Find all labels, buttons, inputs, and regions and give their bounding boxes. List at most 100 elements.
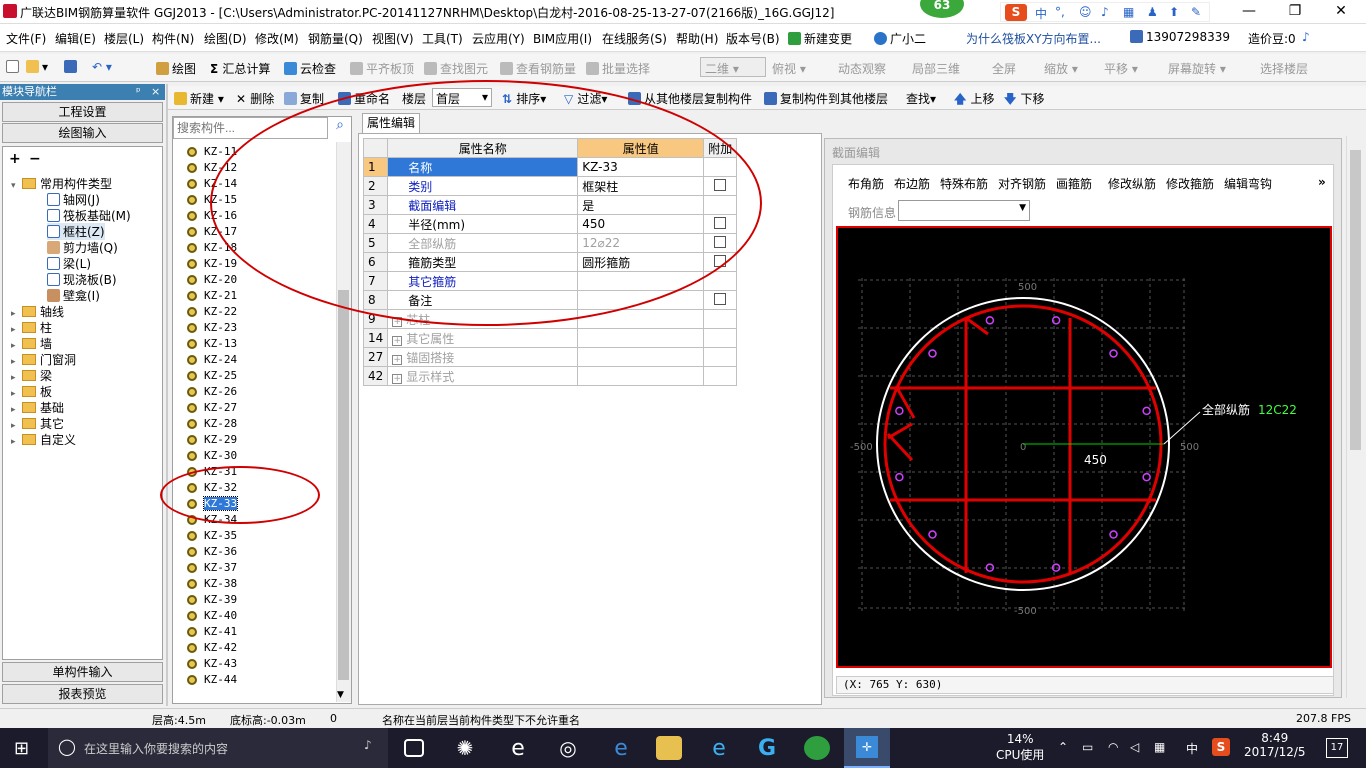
active-app-button[interactable]: ✛ [844, 728, 890, 768]
list-item[interactable]: KZ-20 [204, 273, 237, 286]
modify-long-rebar-button[interactable]: 修改纵筋 [1108, 175, 1156, 192]
tray-up-icon[interactable]: ⌃ [1058, 740, 1068, 754]
menu-version[interactable]: 版本号(B) [726, 30, 780, 47]
tree-folder-beam[interactable]: ▸ 梁 [11, 367, 52, 384]
badge-63[interactable]: 63 [920, 0, 964, 18]
keyboard-icon[interactable]: ▦ [1154, 740, 1165, 754]
list-item[interactable]: KZ-38 [204, 577, 237, 590]
list-item[interactable]: KZ-44 [204, 673, 237, 686]
zoom-button[interactable]: 缩放 ▾ [1044, 60, 1078, 77]
menu-modify[interactable]: 修改(M) [255, 30, 299, 47]
list-item[interactable]: KZ-26 [204, 385, 237, 398]
open-file-icon[interactable]: ▾ [26, 60, 48, 74]
menu-bim[interactable]: BIM应用(I) [533, 30, 592, 47]
new-file-icon[interactable] [6, 60, 22, 74]
menu-help[interactable]: 帮助(H) [676, 30, 718, 47]
view-rebar-button[interactable]: 查看钢筋量 [500, 60, 576, 77]
menu-rebar-qty[interactable]: 钢筋量(Q) [308, 30, 363, 47]
menu-draw[interactable]: 绘图(D) [204, 30, 247, 47]
tree-folder-axis[interactable]: ▸ 轴线 [11, 303, 64, 320]
save-icon[interactable] [64, 60, 80, 74]
menu-online[interactable]: 在线服务(S) [602, 30, 667, 47]
pan-button[interactable]: 平移 ▾ [1104, 60, 1138, 77]
table-row[interactable]: 42 + 显示样式 [362, 366, 738, 386]
menu-tools[interactable]: 工具(T) [422, 30, 463, 47]
nav-close-icon[interactable]: × [151, 84, 160, 100]
tree-folder-custom[interactable]: ▸ 自定义 [11, 431, 76, 448]
expand-plus-icon[interactable]: + [392, 354, 403, 365]
ime-indicator[interactable]: 中 [1186, 740, 1198, 757]
component-scroll-thumb[interactable] [338, 290, 349, 680]
minimize-button[interactable]: — [1226, 0, 1272, 24]
prop-group[interactable]: + 显示样式 [387, 366, 579, 386]
close-button[interactable]: ✕ [1318, 0, 1364, 24]
menu-component[interactable]: 构件(N) [152, 30, 194, 47]
pin-icon[interactable]: ᵖ [136, 84, 141, 100]
menu-guangxiaoer[interactable]: 广小二 [874, 30, 926, 47]
prop-group[interactable]: + 其它属性 [387, 328, 579, 348]
new-button[interactable]: 新建 ▾ [174, 90, 224, 107]
table-row[interactable]: 14 + 其它属性 [362, 328, 738, 348]
single-input-button[interactable]: 单构件输入 [2, 662, 163, 682]
list-item[interactable]: KZ-37 [204, 561, 237, 574]
special-rebar-button[interactable]: 特殊布筋 [940, 175, 988, 192]
local-3d-button[interactable]: 局部三维 [912, 60, 960, 77]
tree-folder-other[interactable]: ▸ 其它 [11, 415, 64, 432]
top-view-button[interactable]: 俯视 ▾ [772, 60, 806, 77]
find-button[interactable]: 查找▾ [906, 90, 936, 107]
green-app-icon[interactable] [804, 736, 830, 760]
list-item[interactable]: KZ-27 [204, 401, 237, 414]
drawing-input-button[interactable]: 绘图输入 [2, 123, 163, 143]
wifi-icon[interactable]: ◠ [1108, 740, 1118, 754]
list-item[interactable]: KZ-40 [204, 609, 237, 622]
list-item[interactable]: KZ-24 [204, 353, 237, 366]
delete-button[interactable]: ✕ 删除 [236, 90, 274, 107]
list-item[interactable]: KZ-29 [204, 433, 237, 446]
tree-item-axis-grid[interactable]: 轴网(J) [47, 191, 100, 208]
right-scrollbar[interactable] [1346, 136, 1364, 698]
dynamic-observe-button[interactable]: 动态观察 [838, 60, 886, 77]
list-item[interactable]: KZ-43 [204, 657, 237, 670]
ie2-icon[interactable]: e [706, 736, 732, 761]
file-explorer-icon[interactable] [656, 736, 682, 760]
task-view-icon[interactable] [404, 739, 424, 757]
list-item[interactable]: KZ-22 [204, 305, 237, 318]
edge-icon[interactable]: e [505, 736, 531, 761]
more-tools-icon[interactable]: » [1318, 175, 1326, 189]
notification-count[interactable]: 17 [1326, 738, 1348, 758]
list-item[interactable]: KZ-23 [204, 321, 237, 334]
move-up-button[interactable]: 🡅 上移 [954, 90, 995, 111]
expand-all-icon[interactable]: + [9, 151, 21, 167]
windows-start-icon[interactable]: ⊞ [14, 738, 29, 759]
draw-button[interactable]: 绘图 [156, 60, 196, 77]
select-floor-button[interactable]: 选择楼层 [1260, 60, 1308, 77]
draw-stirrup-button[interactable]: 画箍筋 [1056, 175, 1092, 192]
batch-select-button[interactable]: 批量选择 [586, 60, 650, 77]
tree-folder-opening[interactable]: ▸ 门窗洞 [11, 351, 76, 368]
menu-cloud[interactable]: 云应用(Y) [472, 30, 525, 47]
glodon-icon[interactable]: G [754, 736, 780, 761]
list-item[interactable]: KZ-41 [204, 625, 237, 638]
table-row[interactable]: 27 + 锚固搭接 [362, 347, 738, 367]
modify-stirrup-button[interactable]: 修改箍筋 [1166, 175, 1214, 192]
align-rebar-button[interactable]: 对齐钢筋 [998, 175, 1046, 192]
project-settings-button[interactable]: 工程设置 [2, 102, 163, 122]
ie-icon[interactable]: e [608, 736, 634, 761]
tree-common-types[interactable]: ▾ 常用构件类型 [11, 175, 112, 192]
menu-new-change[interactable]: 新建变更 [788, 30, 852, 47]
tree-item-niche[interactable]: 壁龛(I) [47, 287, 100, 304]
clock[interactable]: 8:49 2017/12/5 [1244, 731, 1306, 759]
cloud-check-button[interactable]: 云检查 [284, 60, 336, 77]
find-element-button[interactable]: 查找图元 [424, 60, 488, 77]
list-item[interactable]: KZ-21 [204, 289, 237, 302]
move-down-button[interactable]: 🡇 下移 [1004, 90, 1045, 111]
menu-bean[interactable]: 造价豆:0 [1248, 30, 1296, 47]
menu-account[interactable]: 13907298339 [1130, 30, 1230, 44]
edge-rebar-button[interactable]: 布边筋 [894, 175, 930, 192]
expand-plus-icon[interactable]: + [392, 335, 403, 346]
list-item[interactable]: KZ-28 [204, 417, 237, 430]
list-item[interactable]: KZ-19 [204, 257, 237, 270]
menu-view[interactable]: 视图(V) [372, 30, 414, 47]
bell-icon[interactable]: ♪ [1302, 30, 1310, 44]
fan-icon[interactable]: ✺ [452, 736, 478, 760]
